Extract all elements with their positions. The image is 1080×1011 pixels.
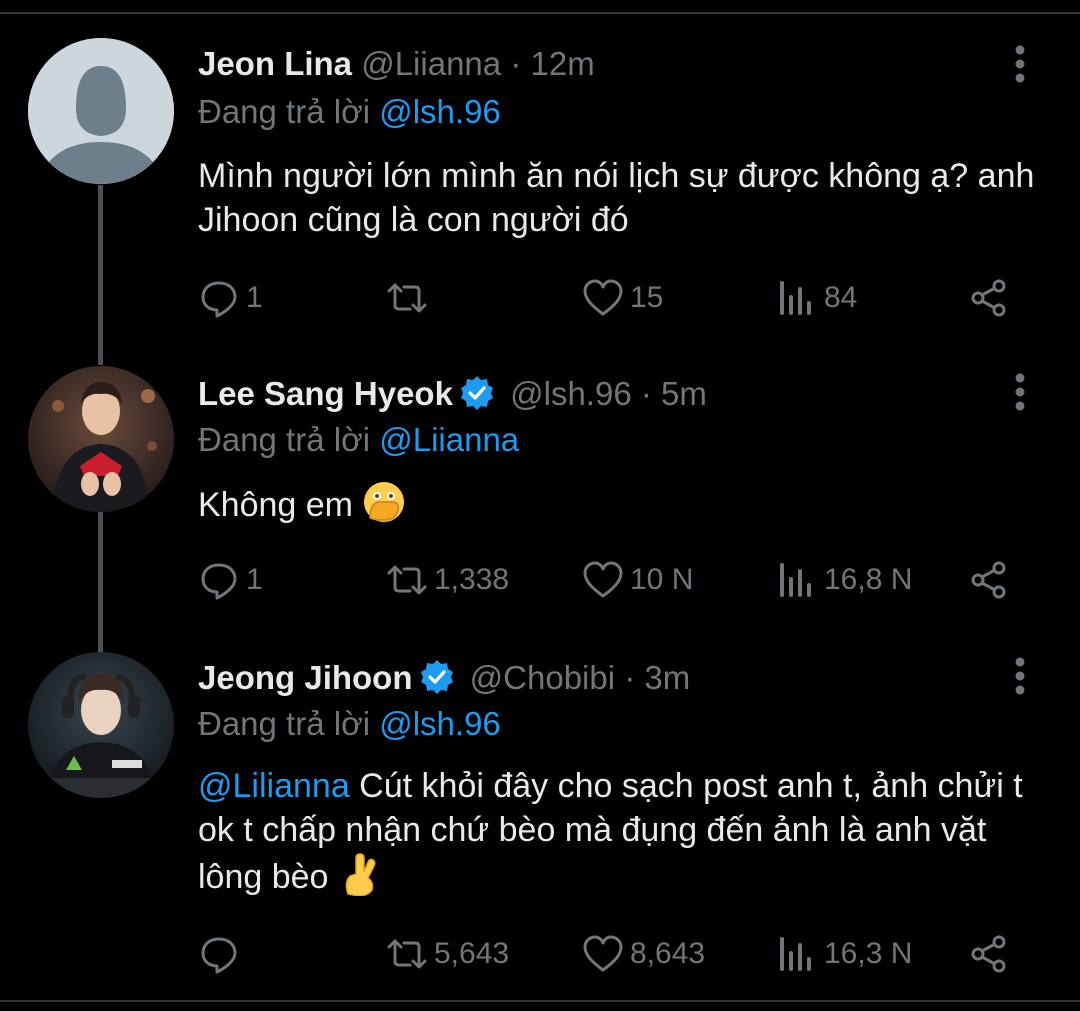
more-icon[interactable] xyxy=(1005,44,1035,84)
retweet-icon xyxy=(387,939,427,969)
retweet-button[interactable] xyxy=(386,276,434,320)
more-icon[interactable] xyxy=(1005,656,1035,696)
default-avatar-icon xyxy=(28,38,174,184)
timestamp[interactable]: 12m xyxy=(530,45,594,82)
share-icon xyxy=(971,561,1006,599)
reply-button[interactable]: 1 xyxy=(198,276,263,320)
retweet-button[interactable]: 1,338 xyxy=(386,558,509,602)
like-count: 8,643 xyxy=(630,937,706,970)
views-button[interactable]: 16,8 N xyxy=(776,558,912,602)
like-button[interactable]: 10 N xyxy=(582,558,693,602)
tweet-text-container: @Lilianna Cút khỏi đây cho sạch post anh… xyxy=(198,764,1048,899)
retweet-count: 1,338 xyxy=(434,563,510,596)
reply-count: 1 xyxy=(246,563,263,596)
timestamp[interactable]: 3m xyxy=(644,659,690,696)
action-bar: 1 15 84 xyxy=(198,276,1048,320)
reply-mention[interactable]: @Liianna xyxy=(379,421,519,458)
avatar[interactable] xyxy=(28,652,174,798)
like-icon xyxy=(583,279,623,316)
share-button[interactable] xyxy=(968,932,1010,976)
display-name[interactable]: Jeon Lina xyxy=(198,45,352,82)
retweet-button[interactable]: 5,643 xyxy=(386,932,509,976)
views-button[interactable]: 84 xyxy=(776,276,857,320)
reply-button[interactable]: 1 xyxy=(198,558,263,602)
bottom-divider xyxy=(0,1000,1080,1002)
display-name[interactable]: Jeong Jihoon xyxy=(198,659,413,696)
reply-button[interactable] xyxy=(198,932,246,976)
views-count: 16,8 N xyxy=(824,563,913,596)
handle[interactable]: @Liianna xyxy=(361,45,501,82)
tweet-text: Mình người lớn mình ăn nói lịch sự được … xyxy=(198,157,1035,239)
like-icon xyxy=(583,935,623,972)
share-button[interactable] xyxy=(968,558,1010,602)
views-count: 84 xyxy=(824,281,858,314)
tweet-header: Jeong Jihoon @Chobibi · 3m xyxy=(198,658,690,698)
reply-context: Đang trả lời @Liianna xyxy=(198,420,519,460)
reply-icon xyxy=(201,563,237,600)
views-icon xyxy=(780,563,811,597)
reply-prefix: Đang trả lời xyxy=(198,93,371,130)
verified-badge-icon xyxy=(460,376,493,410)
verified-badge-icon xyxy=(420,660,453,694)
handle[interactable]: @lsh.96 xyxy=(510,375,632,412)
like-count: 10 N xyxy=(630,563,694,596)
avatar[interactable] xyxy=(28,366,174,512)
share-icon xyxy=(971,279,1006,317)
timestamp[interactable]: 5m xyxy=(661,375,707,412)
more-icon[interactable] xyxy=(1005,372,1035,412)
face-with-hand-over-mouth-emoji xyxy=(364,482,405,522)
reply-prefix: Đang trả lời xyxy=(198,705,371,742)
action-bar: 5,643 8,643 16,3 N xyxy=(198,932,1048,976)
separator: · xyxy=(510,45,522,82)
tweet-text: Không em xyxy=(198,486,353,524)
reply-prefix: Đang trả lời xyxy=(198,421,371,458)
views-icon xyxy=(780,281,811,315)
share-icon xyxy=(971,935,1006,973)
handle[interactable]: @Chobibi xyxy=(470,659,615,696)
reply-icon xyxy=(201,937,237,974)
reply-context: Đang trả lời @lsh.96 xyxy=(198,704,501,744)
reply-mention[interactable]: @lsh.96 xyxy=(379,705,501,742)
like-icon xyxy=(583,561,623,598)
share-button[interactable] xyxy=(968,276,1010,320)
display-name[interactable]: Lee Sang Hyeok xyxy=(198,375,453,412)
reply-count: 1 xyxy=(246,281,263,314)
separator: · xyxy=(640,375,652,412)
crossed-fingers-emoji xyxy=(345,853,376,896)
reply-mention[interactable]: @lsh.96 xyxy=(379,93,501,130)
retweet-count: 5,643 xyxy=(434,937,510,970)
action-bar: 1 1,338 10 N 16,8 N xyxy=(198,558,1048,602)
views-icon xyxy=(780,937,811,971)
top-divider xyxy=(0,12,1080,14)
retweet-icon xyxy=(387,565,427,595)
tweet-text-container: Không em xyxy=(198,480,1048,527)
profile-photo xyxy=(28,366,174,512)
avatar[interactable] xyxy=(28,38,174,184)
like-button[interactable]: 8,643 xyxy=(582,932,705,976)
thread-connector xyxy=(98,512,103,652)
views-button[interactable]: 16,3 N xyxy=(776,932,912,976)
like-button[interactable]: 15 xyxy=(582,276,663,320)
thread-connector xyxy=(98,185,103,365)
tweet-header: Lee Sang Hyeok @lsh.96 · 5m xyxy=(198,374,707,414)
views-count: 16,3 N xyxy=(824,937,913,970)
reply-icon xyxy=(201,281,237,318)
tweet-header: Jeon Lina @Liianna · 12m xyxy=(198,44,595,84)
body-mention[interactable]: @Lilianna xyxy=(198,767,350,805)
reply-context: Đang trả lời @lsh.96 xyxy=(198,92,501,132)
like-count: 15 xyxy=(630,281,664,314)
separator: · xyxy=(624,659,636,696)
profile-photo xyxy=(28,652,174,798)
retweet-icon xyxy=(387,283,427,313)
